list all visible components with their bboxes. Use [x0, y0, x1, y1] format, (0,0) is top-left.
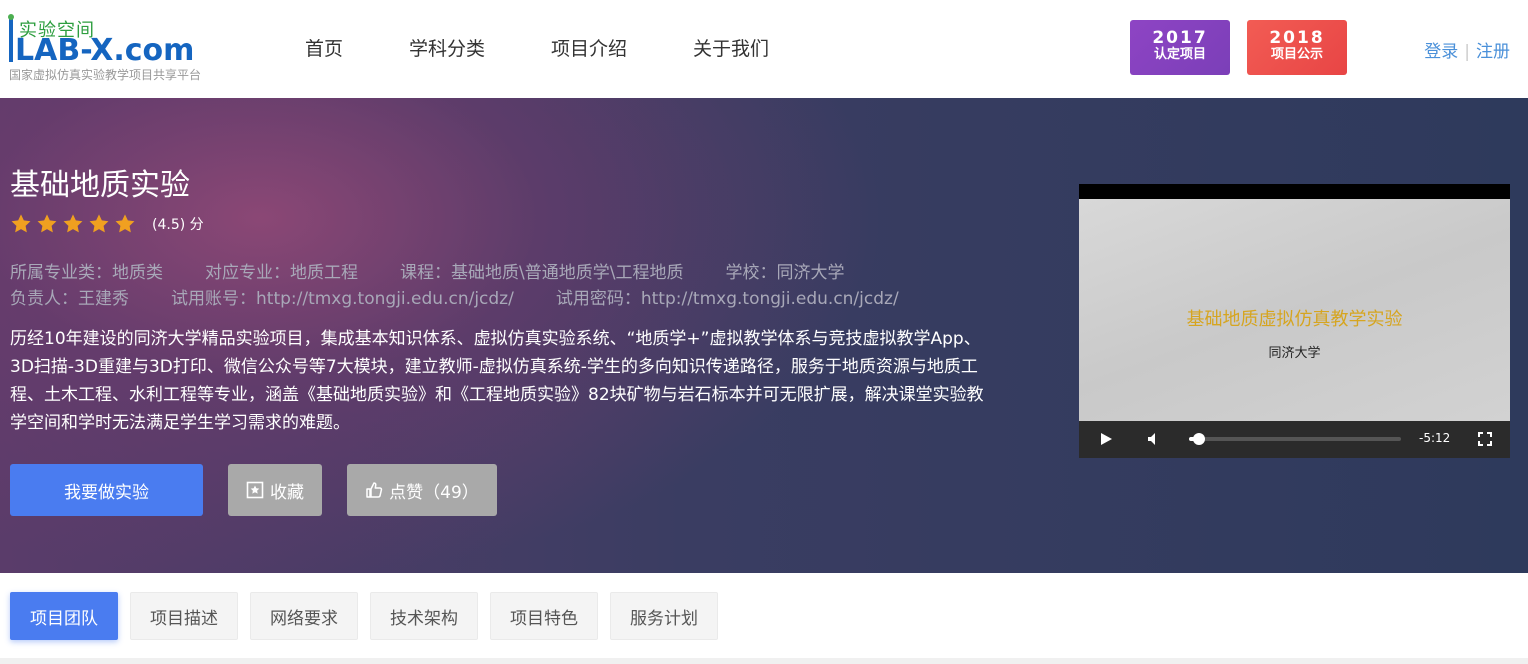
video-title: 基础地质虚拟仿真教学实验	[1186, 309, 1403, 330]
badge-label: 认定项目	[1153, 47, 1206, 62]
badge-label: 项目公示	[1270, 47, 1323, 62]
video-screen[interactable]: 基础地质虚拟仿真教学实验 同济大学	[1079, 199, 1510, 423]
video-progress-knob[interactable]	[1193, 433, 1206, 445]
main-nav: 首页 学科分类 项目介绍 关于我们	[305, 34, 835, 61]
meta-trial-password: 试用密码：http://tmxg.tongji.edu.cn/jcdz/	[555, 289, 899, 309]
logo-subtitle: 国家虚拟仿真实验教学项目共享平台	[9, 68, 202, 82]
star-icon	[37, 214, 57, 233]
rating-score: (4.5) 分	[152, 217, 204, 233]
meta-trial-account: 试用账号：http://tmxg.tongji.edu.cn/jcdz/	[171, 289, 514, 309]
play-icon[interactable]	[1099, 432, 1113, 446]
favorite-label: 收藏	[270, 482, 304, 503]
volume-icon[interactable]	[1147, 432, 1161, 446]
rating-stars: (4.5) 分	[10, 213, 204, 235]
fullscreen-icon[interactable]	[1478, 432, 1492, 446]
video-controls: -5:12	[1079, 421, 1510, 458]
register-link[interactable]: 注册	[1476, 42, 1510, 62]
like-label: 点赞（49）	[389, 482, 479, 503]
login-link[interactable]: 登录	[1424, 42, 1458, 62]
auth-links: 登录 | 注册	[1424, 37, 1510, 62]
nav-home[interactable]: 首页	[305, 34, 343, 61]
nav-projects[interactable]: 项目介绍	[551, 34, 627, 61]
meta-major: 对应专业：地质工程	[205, 263, 358, 283]
star-icon	[115, 214, 135, 233]
tab-service-plan[interactable]: 服务计划	[610, 592, 718, 640]
auth-separator: |	[1464, 42, 1470, 62]
site-logo[interactable]: 实验空间 LAB-X.com 国家虚拟仿真实验教学项目共享平台	[8, 14, 244, 84]
header: 实验空间 LAB-X.com 国家虚拟仿真实验教学项目共享平台 首页 学科分类 …	[0, 0, 1528, 98]
project-description: 历经10年建设的同济大学精品实验项目，集成基本知识体系、虚拟仿真实验系统、“地质…	[10, 329, 984, 433]
video-subtitle: 同济大学	[1268, 346, 1321, 361]
like-button[interactable]: 点赞（49）	[347, 464, 497, 516]
tab-project-team[interactable]: 项目团队	[10, 592, 118, 640]
project-title: 基础地质实验	[10, 168, 190, 203]
start-experiment-button[interactable]: 我要做实验	[10, 464, 203, 516]
star-icon	[89, 214, 109, 233]
video-time: -5:12	[1419, 431, 1451, 445]
favorite-button[interactable]: 收藏	[228, 464, 322, 516]
meta-owner: 负责人：王建秀	[10, 289, 129, 309]
logo-main-text: LAB-X.com	[15, 33, 195, 68]
thumbs-up-icon	[366, 482, 383, 498]
project-meta-line2: 负责人：王建秀 试用账号：http://tmxg.tongji.edu.cn/jc…	[10, 284, 941, 309]
video-player[interactable]: 基础地质虚拟仿真教学实验 同济大学 -5:12	[1079, 184, 1510, 458]
project-banner: 基础地质实验 (4.5) 分 所属专业类：地质类 对应专业：地质工程 课程：基础地质…	[0, 98, 1528, 573]
tab-project-features[interactable]: 项目特色	[490, 592, 598, 640]
tab-network-requirements[interactable]: 网络要求	[250, 592, 358, 640]
tab-tech-architecture[interactable]: 技术架构	[370, 592, 478, 640]
star-icon	[63, 214, 83, 233]
start-experiment-label: 我要做实验	[64, 482, 149, 503]
logo-i-dot	[8, 14, 14, 20]
star-icon	[11, 214, 31, 233]
project-meta-line1: 所属专业类：地质类 对应专业：地质工程 课程：基础地质\普通地质学\工程地质 学校：同…	[10, 258, 886, 283]
badge-2017-certified[interactable]: 2017 认定项目	[1130, 20, 1230, 75]
video-progress-bar[interactable]	[1189, 433, 1401, 445]
project-tabs: 项目团队 项目描述 网络要求 技术架构 项目特色 服务计划	[10, 592, 730, 640]
badge-year: 2017	[1152, 28, 1208, 48]
bookmark-star-icon	[246, 481, 264, 499]
meta-course: 课程：基础地质\普通地质学\工程地质	[400, 263, 684, 283]
tab-project-description[interactable]: 项目描述	[130, 592, 238, 640]
logo-i-bar	[9, 18, 13, 62]
meta-school: 学校：同济大学	[725, 263, 845, 283]
badge-year: 2018	[1269, 28, 1325, 48]
bottom-divider	[0, 658, 1528, 664]
meta-major-category: 所属专业类：地质类	[10, 263, 163, 283]
nav-about[interactable]: 关于我们	[693, 34, 769, 61]
nav-subjects[interactable]: 学科分类	[409, 34, 485, 61]
badge-2018-announcement[interactable]: 2018 项目公示	[1247, 20, 1347, 75]
